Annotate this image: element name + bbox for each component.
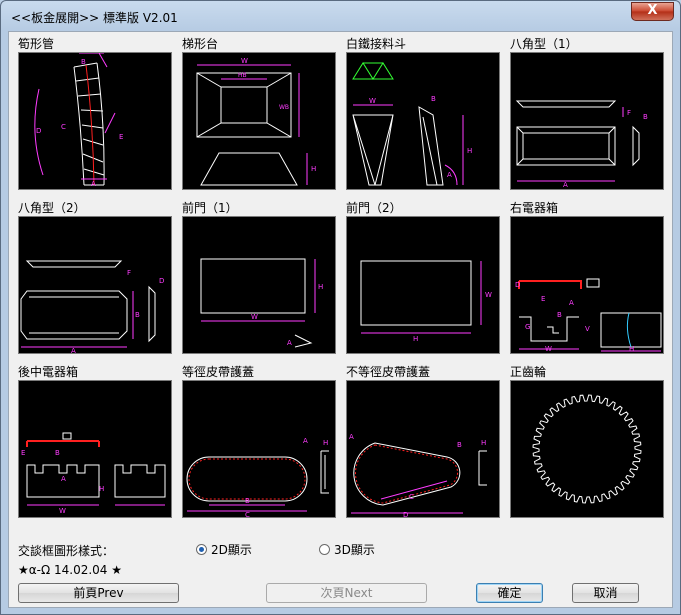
c11-dim-C: C bbox=[409, 493, 414, 501]
close-button[interactable]: X bbox=[631, 2, 674, 21]
thumb-equal-belt-cover[interactable]: A H B C bbox=[182, 380, 336, 518]
radio-2d-indicator[interactable] bbox=[196, 544, 207, 555]
spur-gear-outline bbox=[532, 394, 642, 504]
c2-dim-WB: WB bbox=[279, 104, 289, 111]
version-text: ★α-Ω 14.02.04 ★ bbox=[18, 563, 122, 577]
c9-dim-W: W bbox=[59, 507, 66, 515]
c8-dim-A: A bbox=[569, 299, 574, 307]
cell-label-6: 前門（1） bbox=[182, 201, 238, 215]
c8-dim-W: W bbox=[545, 345, 552, 353]
c2-dim-W: W bbox=[241, 57, 248, 65]
c9-dim-E: E bbox=[21, 449, 25, 457]
c11-dim-A: A bbox=[349, 433, 354, 441]
c10-dim-H: H bbox=[323, 439, 328, 447]
c1-dim-D: D bbox=[36, 127, 41, 135]
window-title: <<板金展開>> 標準版 V2.01 bbox=[11, 11, 178, 25]
c9-dim-A: A bbox=[61, 475, 66, 483]
cell-label-7: 前門（2） bbox=[346, 201, 402, 215]
radio-3d[interactable]: 3D顯示 bbox=[319, 541, 375, 558]
radio-3d-indicator[interactable] bbox=[319, 544, 330, 555]
next-page-button[interactable]: 次頁Next bbox=[266, 583, 427, 603]
c4-dim-A: A bbox=[563, 181, 568, 189]
c3-dim-A: A bbox=[447, 171, 452, 179]
c4-dim-B: B bbox=[643, 113, 648, 121]
c8-dim-V: V bbox=[585, 325, 590, 333]
c3-dim-B: B bbox=[431, 95, 436, 103]
c8-dim-B: B bbox=[557, 311, 562, 319]
c6-dim-A: A bbox=[287, 339, 292, 347]
thumb-octagon-1[interactable]: F B A bbox=[510, 52, 664, 190]
display-style-label: 交談框圖形樣式： bbox=[18, 544, 115, 558]
c11-dim-B: B bbox=[457, 441, 462, 449]
cell-label-5: 八角型（2） bbox=[18, 201, 86, 215]
cell-label-9: 後中電器箱 bbox=[18, 365, 79, 379]
c8-dim-G: G bbox=[525, 323, 530, 331]
c10-dim-C: C bbox=[245, 511, 250, 517]
cell-label-4: 八角型（1） bbox=[510, 37, 578, 51]
c2-dim-HB: HB bbox=[238, 72, 247, 79]
thumb-unequal-belt-cover[interactable]: A B H C D bbox=[346, 380, 500, 518]
c3-dim-W: W bbox=[369, 97, 376, 105]
dialog-client-area: 筍形管 B A D C E 梯形台 W HB WB H 白鐵接料斗 W H B … bbox=[8, 31, 673, 608]
cell-label-12: 正齒輪 bbox=[510, 365, 547, 379]
c5-dim-A: A bbox=[71, 347, 76, 353]
prev-page-button[interactable]: 前頁Prev bbox=[18, 583, 179, 603]
cell-label-1: 筍形管 bbox=[18, 37, 55, 51]
c7-dim-W: W bbox=[485, 291, 492, 299]
c8-dim-D: D bbox=[515, 281, 520, 289]
thumb-rear-mid-electric-box[interactable]: E H B A W bbox=[18, 380, 172, 518]
thumb-hopper[interactable]: W H B A bbox=[346, 52, 500, 190]
c6-dim-W: W bbox=[251, 313, 258, 321]
c5-dim-D: D bbox=[159, 277, 164, 285]
c2-dim-H: H bbox=[311, 165, 316, 173]
ok-button[interactable]: 確定 bbox=[476, 583, 543, 603]
cell-label-2: 梯形台 bbox=[182, 37, 219, 51]
radio-3d-label: 3D顯示 bbox=[334, 543, 375, 557]
c7-dim-H: H bbox=[413, 335, 418, 343]
dialog-window: <<板金展開>> 標準版 V2.01 X 筍形管 B A D C E 梯形台 W… bbox=[0, 0, 681, 615]
c3-dim-H: H bbox=[467, 147, 472, 155]
c10-dim-B: B bbox=[245, 497, 250, 505]
thumb-octagon-2[interactable]: F D B A bbox=[18, 216, 172, 354]
c5-dim-B: B bbox=[135, 311, 140, 319]
cell-label-8: 右電器箱 bbox=[510, 201, 559, 215]
c11-dim-H: H bbox=[481, 439, 486, 447]
cell-label-3: 白鐵接料斗 bbox=[346, 37, 407, 51]
c10-dim-A: A bbox=[303, 437, 308, 445]
c1-dim-E: E bbox=[119, 133, 123, 141]
c1-dim-A: A bbox=[91, 180, 96, 188]
c1-dim-B: B bbox=[81, 58, 86, 66]
c6-dim-H: H bbox=[318, 283, 323, 291]
cancel-button[interactable]: 取消 bbox=[572, 583, 639, 603]
radio-2d[interactable]: 2D顯示 bbox=[196, 541, 252, 558]
c1-dim-C: C bbox=[61, 123, 66, 131]
gear-teeth-path bbox=[532, 394, 642, 504]
thumb-shoot-pipe[interactable]: B A D C E bbox=[18, 52, 172, 190]
thumb-spur-gear[interactable] bbox=[510, 380, 664, 518]
thumb-trapezoid-stand[interactable]: W HB WB H bbox=[182, 52, 336, 190]
c11-dim-D: D bbox=[403, 511, 408, 517]
cell-label-11: 不等徑皮帶護蓋 bbox=[346, 365, 431, 379]
c4-dim-F: F bbox=[627, 109, 631, 117]
c8-dim-H: H bbox=[629, 345, 634, 353]
thumb-right-electric-box[interactable]: D A E G B V W H bbox=[510, 216, 664, 354]
title-bar[interactable]: <<板金展開>> 標準版 V2.01 X bbox=[1, 1, 680, 31]
c9-dim-H: H bbox=[99, 485, 104, 493]
thumb-front-door-2[interactable]: W H bbox=[346, 216, 500, 354]
cell-label-10: 等徑皮帶護蓋 bbox=[182, 365, 255, 379]
c5-dim-F: F bbox=[127, 269, 131, 277]
radio-2d-label: 2D顯示 bbox=[211, 543, 252, 557]
thumb-front-door-1[interactable]: W H A bbox=[182, 216, 336, 354]
c8-dim-E: E bbox=[541, 295, 545, 303]
c9-dim-B: B bbox=[55, 449, 60, 457]
